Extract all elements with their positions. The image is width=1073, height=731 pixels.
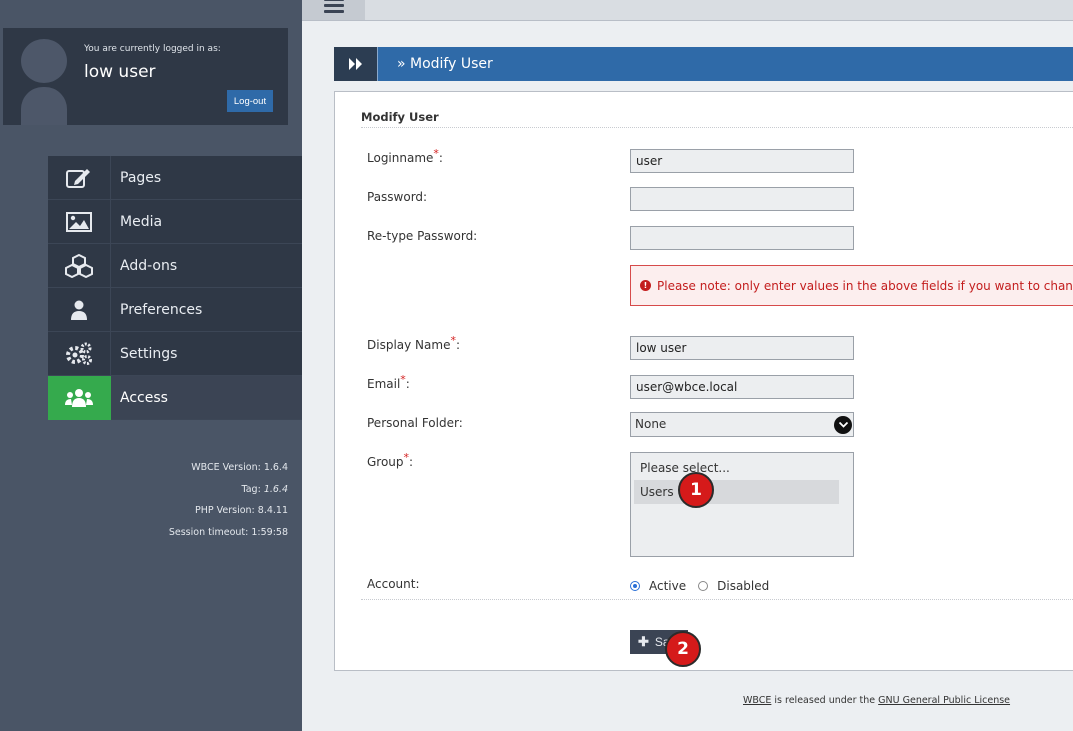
loginname-field[interactable] [630, 149, 854, 173]
callout-marker-1: 1 [678, 472, 714, 508]
account-disabled-label: Disabled [717, 579, 770, 593]
nav-item-media[interactable]: Media [48, 200, 302, 244]
password-note-text: Please note: only enter values in the ab… [657, 278, 1073, 293]
password-label: Password: [367, 190, 428, 204]
php-version: PHP Version: 8.4.11 [195, 505, 288, 516]
menu-toggle-button[interactable] [302, 0, 365, 20]
logout-button[interactable]: Log-out [227, 90, 273, 112]
account-active-radio[interactable] [630, 581, 640, 591]
group-option-placeholder[interactable]: Please select... [634, 456, 839, 480]
edit-icon [48, 156, 111, 199]
page-title: » Modify User [397, 56, 493, 72]
nav-label: Add-ons [120, 257, 178, 274]
nav-label: Pages [120, 169, 162, 186]
password-note-alert: ! Please note: only enter values in the … [630, 265, 1073, 306]
sidebar: You are currently logged in as: low user… [0, 0, 302, 731]
hamburger-icon [323, 0, 344, 20]
plus-icon: ✚ [638, 634, 649, 649]
nav-item-pages[interactable]: Pages [48, 156, 302, 200]
wbce-link[interactable]: WBCE [743, 695, 771, 706]
avatar [21, 39, 67, 125]
personal-folder-select[interactable]: None [630, 412, 854, 437]
group-listbox[interactable]: Please select... Users [630, 452, 854, 557]
nav-label: Access [120, 389, 168, 406]
wbce-version: WBCE Version: 1.6.4 [191, 462, 288, 473]
page-header: » Modify User [334, 47, 1073, 81]
email-field[interactable] [630, 375, 854, 399]
display-name-label: Display Name*: [367, 334, 460, 352]
email-label: Email*: [367, 373, 410, 391]
username: low user [84, 62, 156, 82]
logged-in-label: You are currently logged in as: [84, 44, 221, 54]
nav-item-access[interactable]: Access [48, 375, 302, 420]
fast-forward-icon[interactable] [334, 47, 378, 81]
cubes-icon [48, 244, 111, 287]
nav-item-addons[interactable]: Add-ons [48, 244, 302, 288]
account-status: Active Disabled [630, 579, 769, 593]
account-active-label: Active [649, 579, 687, 593]
session-timeout: Session timeout: 1:59:58 [168, 526, 288, 538]
top-bar [302, 0, 1073, 21]
retype-password-label: Re-type Password: [367, 229, 478, 243]
nav-item-settings[interactable]: Settings [48, 332, 302, 376]
modify-user-form: Modify User Loginname*: Password: Re-typ… [334, 91, 1073, 671]
version-info: WBCE Version: 1.6.4 Tag: 1.6.4 PHP Versi… [169, 457, 288, 543]
account-label: Account: [367, 577, 420, 591]
section-title: Modify User [361, 110, 439, 124]
footer: WBCE is released under the GNU General P… [743, 695, 1011, 706]
callout-marker-2: 2 [665, 631, 701, 667]
chevron-down-icon [834, 416, 852, 434]
users-icon [48, 375, 111, 420]
group-option-users[interactable]: Users [634, 480, 839, 504]
nav-label: Preferences [120, 301, 203, 318]
retype-password-field[interactable] [630, 226, 854, 250]
tag-version: Tag: 1.6.4 [241, 483, 288, 495]
nav-label: Settings [120, 345, 178, 362]
main-nav: Pages Media Add-ons Preferences Settings [48, 156, 302, 420]
exclamation-icon: ! [640, 280, 651, 291]
personal-folder-value: None [635, 417, 667, 431]
nav-item-preferences[interactable]: Preferences [48, 288, 302, 332]
account-disabled-radio[interactable] [698, 581, 709, 591]
group-label: Group*: [367, 451, 414, 469]
user-icon [48, 288, 111, 331]
password-field[interactable] [630, 187, 854, 211]
display-name-field[interactable] [630, 336, 854, 360]
license-link[interactable]: GNU General Public License [878, 695, 1010, 706]
loginname-label: Loginname*: [367, 147, 443, 165]
personal-folder-label: Personal Folder: [367, 416, 463, 430]
image-icon [48, 200, 111, 243]
nav-label: Media [120, 213, 163, 230]
gears-icon [48, 332, 111, 375]
user-panel: You are currently logged in as: low user… [3, 28, 288, 125]
